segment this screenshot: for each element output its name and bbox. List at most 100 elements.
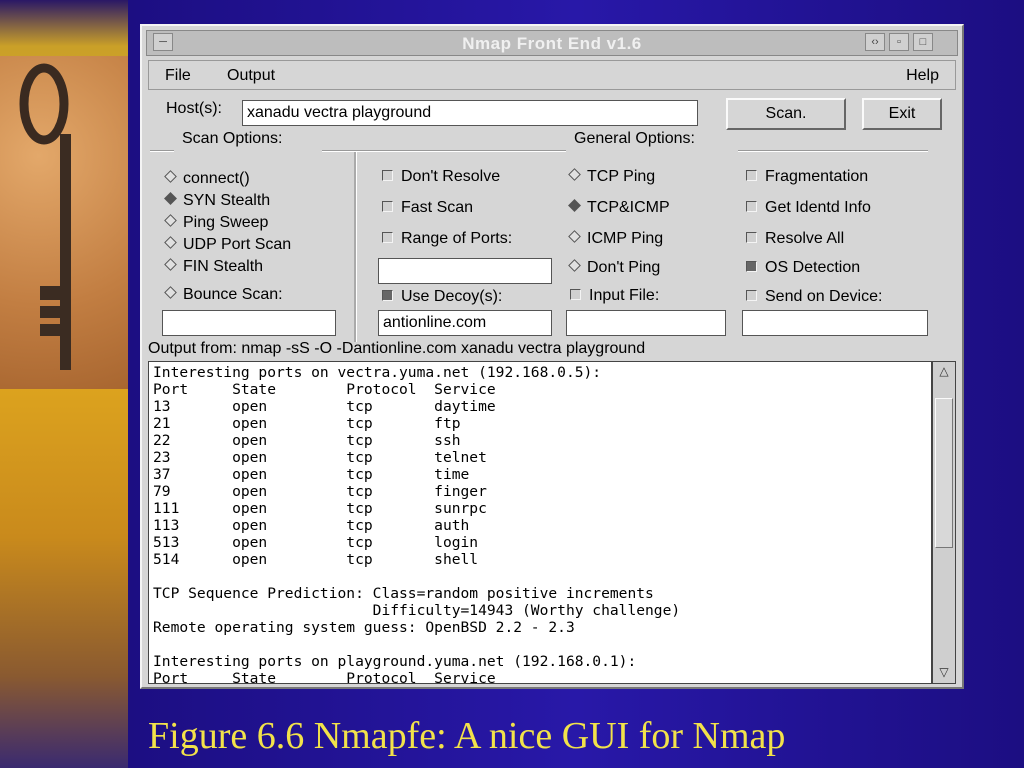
output-line: 37 open tcp time <box>153 466 470 483</box>
menu-help[interactable]: Help <box>906 67 939 85</box>
radio-indicator <box>164 286 177 300</box>
slide-caption: Figure 6.6 Nmapfe: A nice GUI for Nmap <box>148 715 786 757</box>
radio-label: FIN Stealth <box>183 258 264 275</box>
divider <box>322 150 566 152</box>
checkbox-indicator <box>746 261 757 273</box>
checkbox-label: Fast Scan <box>401 199 474 216</box>
radio-indicator <box>568 168 581 182</box>
output-scrollbar[interactable]: △ ▽ <box>932 361 956 684</box>
scroll-down-icon[interactable]: ▽ <box>935 665 953 681</box>
radio-connect[interactable]: connect() <box>164 170 250 188</box>
output-line: 23 open tcp telnet <box>153 449 487 466</box>
scroll-thumb[interactable] <box>935 398 953 548</box>
checkbox-send-on-device[interactable]: Send on Device: <box>746 288 882 306</box>
radio-indicator <box>568 230 581 244</box>
checkbox-label: Fragmentation <box>765 168 869 185</box>
device-input[interactable] <box>742 310 928 336</box>
radio-fin-stealth[interactable]: FIN Stealth <box>164 258 264 276</box>
output-line: Remote operating system guess: OpenBSD 2… <box>153 619 575 636</box>
radio-tcp-ping[interactable]: TCP Ping <box>568 168 656 186</box>
radio-label: connect() <box>183 170 250 187</box>
output-line: Difficulty=14943 (Worthy challenge) <box>153 602 681 619</box>
scan-button[interactable]: Scan. <box>726 98 846 130</box>
general-options-heading: General Options: <box>574 130 695 147</box>
decoy-input[interactable]: antionline.com <box>378 310 552 336</box>
nmap-window: ─ Nmap Front End v1.6 ‹› ▫ □ File Output… <box>140 24 964 689</box>
output-line: 22 open tcp ssh <box>153 432 461 449</box>
radio-label: SYN Stealth <box>183 192 271 209</box>
checkbox-indicator <box>382 232 393 244</box>
radio-ping-sweep[interactable]: Ping Sweep <box>164 214 269 232</box>
menu-file[interactable]: File <box>165 67 191 85</box>
radio-syn-stealth[interactable]: SYN Stealth <box>164 192 271 210</box>
radio-udp-port-scan[interactable]: UDP Port Scan <box>164 236 292 254</box>
radio-icmp-ping[interactable]: ICMP Ping <box>568 230 664 248</box>
output-line: 21 open tcp ftp <box>153 415 461 432</box>
hosts-input[interactable]: xanadu vectra playground <box>242 100 698 126</box>
output-line: 113 open tcp auth <box>153 517 470 534</box>
checkbox-fast-scan[interactable]: Fast Scan <box>382 199 473 217</box>
output-line: TCP Sequence Prediction: Class=random po… <box>153 585 654 602</box>
radio-tcp-icmp[interactable]: TCP&ICMP <box>568 199 670 217</box>
radio-bounce-scan[interactable]: Bounce Scan: <box>164 286 283 304</box>
checkbox-indicator <box>570 289 581 301</box>
scroll-up-icon[interactable]: △ <box>935 364 953 380</box>
input-file-field[interactable] <box>566 310 726 336</box>
checkbox-os-detection[interactable]: OS Detection <box>746 259 860 277</box>
radio-label: TCP Ping <box>587 168 656 185</box>
maximize-button[interactable]: □ <box>913 33 933 51</box>
radio-label: ICMP Ping <box>587 230 664 247</box>
hosts-label: Host(s): <box>166 100 222 117</box>
output-line: Port State Protocol Service <box>153 670 496 684</box>
radio-indicator <box>164 170 177 184</box>
checkbox-indicator <box>382 290 393 302</box>
checkbox-input-file[interactable]: Input File: <box>570 287 659 305</box>
restore-button[interactable]: ‹› <box>865 33 885 51</box>
radio-label: UDP Port Scan <box>183 236 292 253</box>
output-line: Port State Protocol Service <box>153 381 496 398</box>
radio-dont-ping[interactable]: Don't Ping <box>568 259 661 277</box>
scan-options-heading: Scan Options: <box>182 130 283 147</box>
output-line: 79 open tcp finger <box>153 483 487 500</box>
checkbox-get-identd[interactable]: Get Identd Info <box>746 199 871 217</box>
checkbox-dont-resolve[interactable]: Don't Resolve <box>382 168 500 186</box>
checkbox-label: Range of Ports: <box>401 230 513 247</box>
bounce-scan-input[interactable] <box>162 310 336 336</box>
skeleton-key-photo <box>0 56 128 389</box>
port-range-input[interactable] <box>378 258 552 284</box>
output-line: 111 open tcp sunrpc <box>153 500 487 517</box>
checkbox-fragmentation[interactable]: Fragmentation <box>746 168 868 186</box>
checkbox-indicator <box>746 170 757 182</box>
checkbox-resolve-all[interactable]: Resolve All <box>746 230 844 248</box>
checkbox-range-of-ports[interactable]: Range of Ports: <box>382 230 512 248</box>
radio-label: Bounce Scan: <box>183 286 283 303</box>
output-line: 514 open tcp shell <box>153 551 479 568</box>
output-text-area[interactable]: Interesting ports on vectra.yuma.net (19… <box>148 361 932 684</box>
menu-bar: File Output Help <box>148 60 956 90</box>
radio-label: Don't Ping <box>587 259 661 276</box>
minimize-button[interactable]: ▫ <box>889 33 909 51</box>
divider <box>738 150 928 152</box>
checkbox-label: Input File: <box>589 287 660 304</box>
divider <box>150 150 174 152</box>
checkbox-label: Use Decoy(s): <box>401 288 503 305</box>
checkbox-label: Send on Device: <box>765 288 883 305</box>
radio-indicator <box>164 236 177 250</box>
checkbox-indicator <box>746 290 757 302</box>
checkbox-label: Don't Resolve <box>401 168 501 185</box>
radio-indicator <box>164 192 177 206</box>
radio-indicator <box>568 259 581 273</box>
menu-output[interactable]: Output <box>227 67 275 85</box>
checkbox-use-decoy[interactable]: Use Decoy(s): <box>382 288 502 306</box>
checkbox-label: Get Identd Info <box>765 199 871 216</box>
checkbox-label: Resolve All <box>765 230 845 247</box>
title-bar[interactable]: ─ Nmap Front End v1.6 ‹› ▫ □ <box>146 30 958 56</box>
output-from-label: Output from: nmap -sS -O -Dantionline.co… <box>148 340 646 357</box>
checkbox-indicator <box>746 232 757 244</box>
checkbox-indicator <box>382 170 393 182</box>
output-line: 513 open tcp login <box>153 534 479 551</box>
exit-button[interactable]: Exit <box>862 98 942 130</box>
radio-label: Ping Sweep <box>183 214 269 231</box>
